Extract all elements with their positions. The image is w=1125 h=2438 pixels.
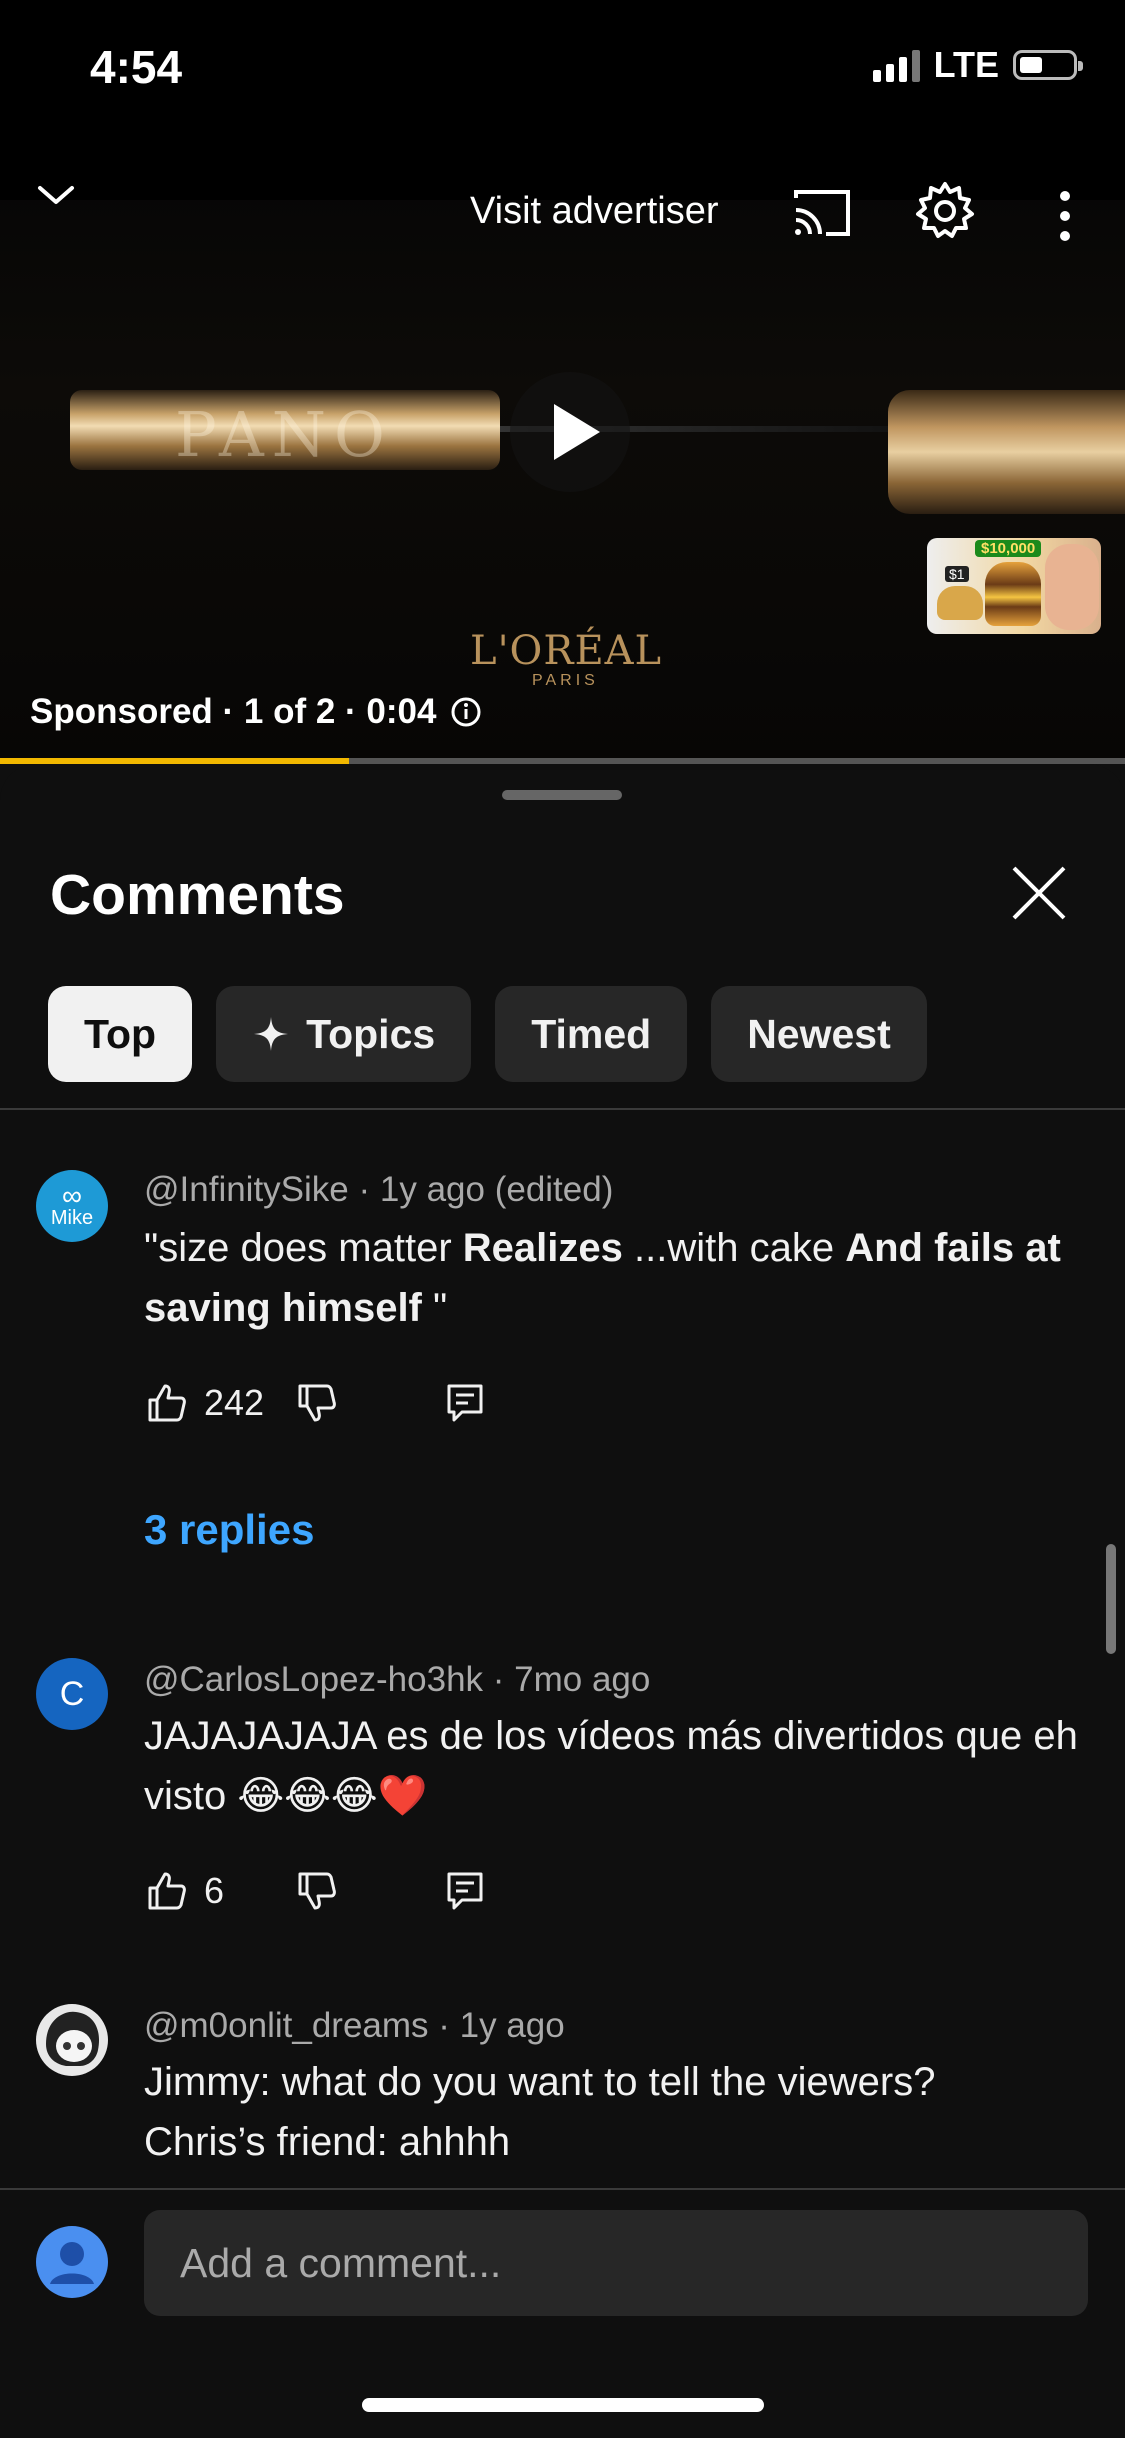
avatar[interactable] <box>36 2004 108 2076</box>
ad-info: Sponsored · 1 of 2 · 0:04 <box>30 692 482 732</box>
signal-icon <box>872 48 920 82</box>
comment-actions: 6 <box>146 1870 486 1912</box>
comment-actions: 242 <box>146 1382 486 1424</box>
creator-face-image <box>1045 544 1099 630</box>
chip-newest-label: Newest <box>747 1010 891 1057</box>
info-icon[interactable] <box>450 696 482 728</box>
chip-newest[interactable]: Newest <box>711 986 927 1082</box>
thumb-price: $1 <box>945 566 969 582</box>
comment-text: "size does matter Realizes ...with cake … <box>144 1218 1104 1338</box>
reply-icon[interactable] <box>444 1382 486 1424</box>
comment-author[interactable]: @CarlosLopez-ho3hk <box>144 1660 483 1699</box>
chip-timed[interactable]: Timed <box>495 986 688 1082</box>
comment-text-part: " <box>421 1286 448 1330</box>
sort-chips: Top Topics Timed Newest <box>48 986 927 1082</box>
battery-icon <box>1013 50 1083 80</box>
more-options-icon[interactable] <box>1050 186 1080 246</box>
avatar-text: Mike <box>50 1207 94 1229</box>
burger-small-image <box>937 586 983 620</box>
anime-avatar-icon <box>46 2011 100 2066</box>
comment-text-part: "size does matter <box>144 1226 463 1270</box>
thumb-badge: $10,000 <box>975 540 1042 557</box>
play-icon <box>554 404 600 460</box>
chip-topics[interactable]: Topics <box>216 986 472 1082</box>
reply-icon[interactable] <box>444 1870 486 1912</box>
user-avatar[interactable] <box>36 2226 108 2298</box>
dislike-icon[interactable] <box>296 1870 338 1912</box>
ad-product-text: PANO <box>175 398 393 471</box>
comment-text-part: ...with cake <box>622 1226 846 1270</box>
meta-separator: · <box>348 1170 380 1209</box>
comment-meta: @CarlosLopez-ho3hk · 7mo ago <box>144 1660 650 1700</box>
comment-text: JAJAJAJAJA es de los vídeos más divertid… <box>144 1714 1078 1818</box>
like-count: 242 <box>204 1382 265 1423</box>
chip-top-label: Top <box>84 1010 157 1057</box>
add-comment-input[interactable]: Add a comment... <box>144 2210 1088 2316</box>
video-player[interactable]: Visit advertiser PANO $10,000 $1 L'ORÉAL… <box>0 140 1125 760</box>
avatar[interactable]: ∞ Mike <box>36 1170 108 1242</box>
comments-title: Comments <box>50 863 345 927</box>
visit-advertiser-link[interactable]: Visit advertiser <box>470 190 719 233</box>
like-icon[interactable] <box>146 1870 188 1912</box>
brand-logo-sub: PARIS <box>532 672 599 689</box>
status-time: 4:54 <box>90 41 183 93</box>
network-label: LTE <box>933 44 999 85</box>
divider <box>0 1108 1125 1110</box>
chip-top[interactable]: Top <box>48 986 193 1082</box>
close-icon[interactable] <box>1010 864 1068 922</box>
comment-meta: @m0onlit_dreams · 1y ago <box>144 2006 565 2046</box>
cast-icon[interactable] <box>790 180 856 246</box>
comment-author[interactable]: @m0onlit_dreams <box>144 2006 429 2045</box>
chip-timed-label: Timed <box>531 1010 652 1057</box>
avatar-text: C <box>59 1674 85 1713</box>
drag-handle[interactable] <box>502 790 622 800</box>
user-icon <box>50 2242 94 2284</box>
home-indicator[interactable] <box>362 2398 764 2412</box>
scrollbar[interactable] <box>1106 1544 1116 1654</box>
dislike-icon[interactable] <box>296 1382 338 1424</box>
sparkle-icon <box>254 1017 289 1051</box>
status-indicators: LTE <box>872 44 1083 86</box>
comment-time: 1y ago <box>459 2006 565 2045</box>
view-replies-button[interactable]: 3 replies <box>144 1506 314 1554</box>
brand-logo: L'ORÉAL <box>470 628 663 674</box>
play-button[interactable] <box>510 372 630 492</box>
status-bar: 4:54 LTE <box>0 0 1125 140</box>
infinity-icon: ∞ <box>62 1180 82 1211</box>
comment-author[interactable]: @InfinitySike <box>144 1170 349 1209</box>
avatar[interactable]: C <box>36 1658 108 1730</box>
next-video-thumbnail[interactable]: $10,000 $1 <box>927 538 1101 634</box>
like-count: 6 <box>204 1870 225 1911</box>
minimize-chevron-icon[interactable] <box>36 176 76 216</box>
comment-meta: @InfinitySike · 1y ago (edited) <box>144 1170 613 1210</box>
comment-time: 7mo ago <box>514 1660 651 1699</box>
meta-separator: · <box>483 1660 515 1699</box>
ad-product-cap <box>888 390 1125 514</box>
chip-topics-label: Topics <box>306 1010 436 1057</box>
like-icon[interactable] <box>146 1382 188 1424</box>
comment-time: 1y ago (edited) <box>379 1170 614 1209</box>
settings-gear-icon[interactable] <box>912 178 978 244</box>
sponsored-label: Sponsored · 1 of 2 · 0:04 <box>30 692 437 731</box>
comment-text: Chris’s friend: ahhhh <box>144 2120 511 2164</box>
comment-text-bold: Realizes <box>462 1226 623 1270</box>
comment-text: Jimmy: what do you want to tell the view… <box>144 2060 936 2104</box>
burger-large-image <box>985 562 1041 626</box>
meta-separator: · <box>428 2006 460 2045</box>
